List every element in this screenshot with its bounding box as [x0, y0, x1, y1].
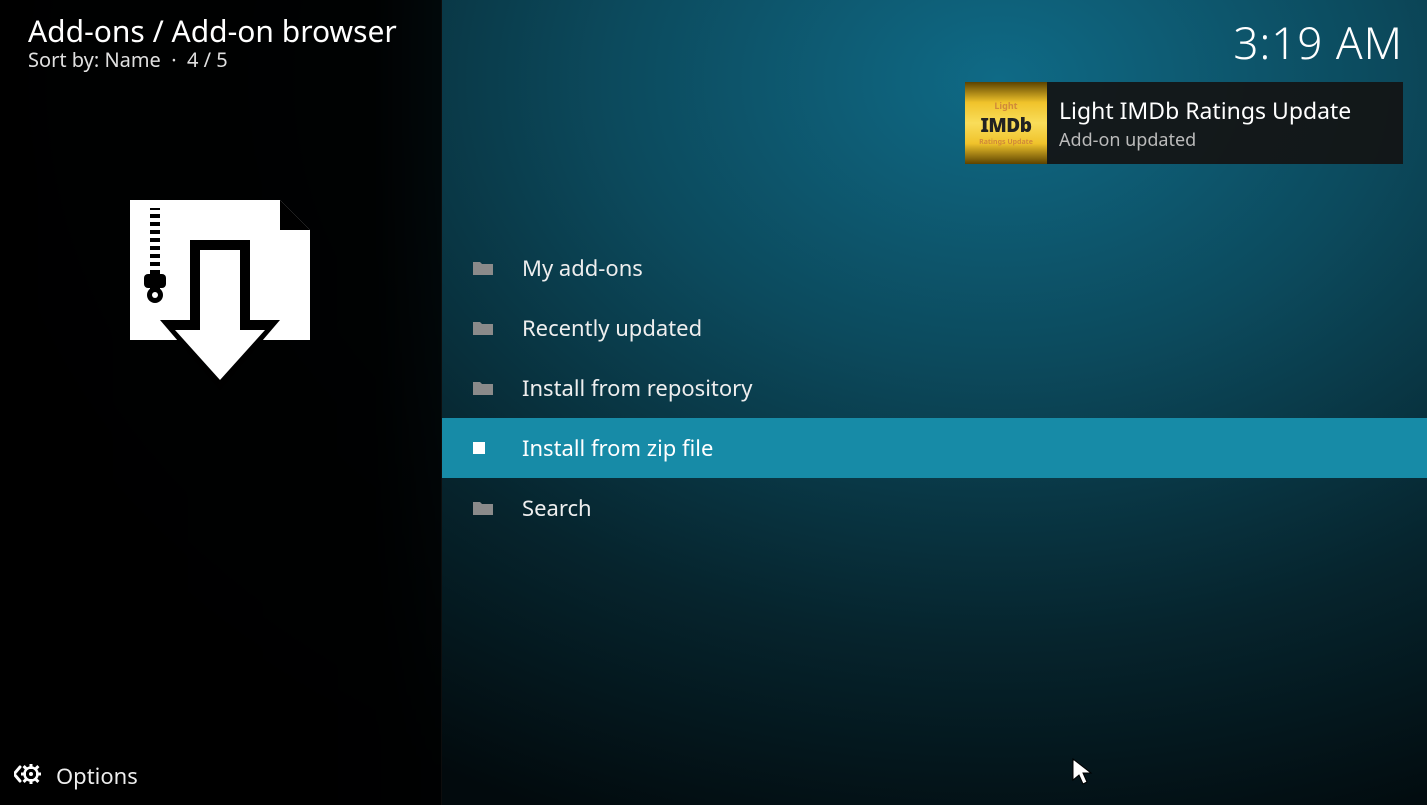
options-icon[interactable]	[14, 763, 42, 790]
item-position: 4 / 5	[187, 46, 228, 73]
notification-subtitle: Add-on updated	[1059, 128, 1351, 152]
zip-install-icon	[120, 200, 320, 405]
folder-icon	[472, 260, 522, 276]
menu-item-install-from-repository[interactable]: Install from repository	[442, 358, 1427, 418]
menu-item-label: Install from zip file	[522, 433, 713, 463]
notification-thumbnail: Light IMDb Ratings Update	[965, 82, 1047, 164]
sort-separator: ·	[166, 46, 187, 73]
sidebar-panel: Add-ons / Add-on browser Sort by: Name ·…	[0, 0, 442, 805]
menu-item-label: My add-ons	[522, 253, 643, 283]
sort-value: Name	[104, 46, 160, 73]
addon-menu: My add-ons Recently updated Install from…	[442, 238, 1427, 538]
notification-title: Light IMDb Ratings Update	[1059, 94, 1351, 126]
menu-item-install-from-zip[interactable]: Install from zip file	[442, 418, 1427, 478]
notification-toast: Light IMDb Ratings Update Light IMDb Rat…	[965, 82, 1403, 164]
sort-line: Sort by: Name · 4 / 5	[28, 46, 228, 73]
breadcrumb: Add-ons / Add-on browser	[28, 10, 397, 51]
folder-icon	[472, 320, 522, 336]
menu-item-search[interactable]: Search	[442, 478, 1427, 538]
menu-item-my-addons[interactable]: My add-ons	[442, 238, 1427, 298]
clock: 3:19 AM	[1233, 12, 1403, 72]
menu-item-label: Search	[522, 493, 592, 523]
notification-text: Light IMDb Ratings Update Add-on updated	[1047, 94, 1351, 152]
file-icon	[472, 441, 522, 455]
footer-bar: Options	[0, 747, 1427, 805]
sort-label: Sort by:	[28, 46, 99, 73]
options-label[interactable]: Options	[56, 761, 138, 791]
menu-item-label: Install from repository	[522, 373, 752, 403]
folder-icon	[472, 500, 522, 516]
menu-item-recently-updated[interactable]: Recently updated	[442, 298, 1427, 358]
folder-icon	[472, 380, 522, 396]
menu-item-label: Recently updated	[522, 313, 702, 343]
